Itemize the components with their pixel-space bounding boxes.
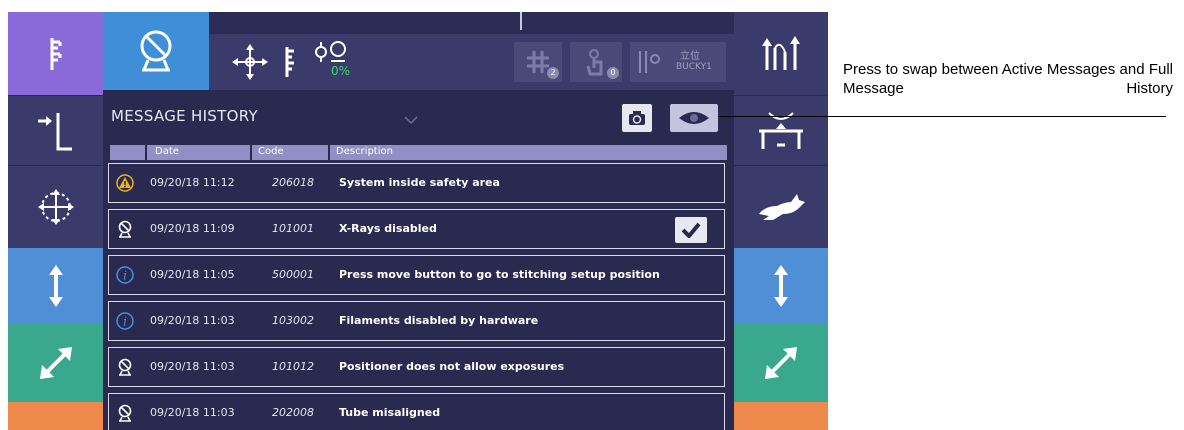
collimator-icon [50,37,61,70]
xray-disabled-icon [116,358,134,376]
message-date: 09/20/18 11:12 [150,176,235,189]
move-all-icon[interactable] [230,42,270,82]
message-row[interactable]: 09/20/18 11:03 202008 Tube misaligned [108,393,725,430]
header-separator [250,145,252,160]
diagonal-arrow-icon [39,346,72,379]
annotation-leader-line [718,116,1166,117]
tube-heat-icon [315,41,346,62]
top-divider [520,12,522,30]
message-description: Filaments disabled by hardware [339,314,539,327]
message-description: X-Rays disabled [339,222,437,235]
svg-text:i: i [123,269,127,283]
bucky-icon [639,51,660,73]
right-tilt-button[interactable] [734,12,828,95]
tube-status: 0% [313,40,363,84]
heat-percent: 0% [331,64,351,78]
touch-badge: 0 [607,67,619,79]
screenshot-button[interactable] [622,104,652,132]
right-diagonal-move-button[interactable] [734,323,828,402]
warning-icon [116,174,134,192]
message-code: 206018 [272,176,314,189]
touch-icon [586,49,603,76]
device-screen: 0% 2 0 立位 BUCKY1 MESSAGE HISTORY Date Co… [8,12,828,430]
header-description: Description [336,146,393,157]
bucky-chinese-label: 立位 [680,51,700,62]
diagonal-arrow-icon [765,346,797,379]
message-code: 202008 [272,406,314,419]
vertical-arrow-icon [48,264,63,307]
center-move-icon [37,189,74,225]
rabbit-icon [759,194,805,220]
panel-title: MESSAGE HISTORY [111,107,258,125]
right-fast-mode-button[interactable] [734,165,828,248]
chevron-down-icon[interactable] [403,110,419,129]
right-orange-button[interactable] [734,402,828,430]
message-description: System inside safety area [339,176,500,189]
info-icon: i [116,266,134,284]
bucky-label: BUCKY1 [676,62,712,72]
message-date: 09/20/18 11:03 [150,314,235,327]
left-diagonal-move-button[interactable] [8,323,103,402]
left-detector-in-button[interactable] [8,95,103,165]
message-panel: MESSAGE HISTORY Date Code Description 09… [103,90,734,430]
header-date: Date [155,146,179,157]
info-icon: i [116,312,134,330]
right-vertical-move-button[interactable] [734,248,828,323]
message-date: 09/20/18 11:09 [150,222,235,235]
header-separator [328,145,330,160]
message-code: 500001 [272,268,314,281]
xray-disabled-icon [116,220,134,238]
xray-disabled-icon [116,404,134,422]
message-date: 09/20/18 11:05 [150,268,235,281]
message-date: 09/20/18 11:03 [150,406,235,419]
swap-messages-button[interactable] [670,104,718,132]
left-orange-button[interactable] [8,402,103,430]
svg-text:i: i [123,315,127,329]
tilt-arrows-icon [762,35,800,70]
message-description: Positioner does not allow exposures [339,360,565,373]
message-code: 101012 [272,360,314,373]
message-row[interactable]: 09/20/18 11:12 206018 System inside safe… [108,163,725,203]
message-description: Tube misaligned [339,406,441,419]
bucky-button[interactable]: 立位 BUCKY1 [630,42,726,82]
header-code: Code [258,146,284,157]
xray-tab[interactable] [103,12,209,90]
detector-move-icon [37,112,72,150]
camera-icon [629,111,645,125]
vertical-arrow-icon [774,264,788,307]
left-center-move-button[interactable] [8,165,103,248]
message-row[interactable]: 09/20/18 11:09 101001 X-Rays disabled [108,209,725,249]
left-vertical-move-button[interactable] [8,248,103,323]
collimator-status-icon [280,42,300,82]
xray-disabled-icon [140,30,172,72]
grid-badge: 2 [547,67,559,79]
checkmark-icon [681,222,701,238]
message-code: 103002 [272,314,314,327]
touch-button[interactable]: 0 [570,42,622,82]
right-table-button[interactable] [734,95,828,165]
left-collimator-button[interactable] [8,12,103,95]
message-table-header: Date Code Description [110,145,727,160]
header-separator [145,145,147,160]
grid-button[interactable]: 2 [514,42,562,82]
message-row[interactable]: i 09/20/18 11:05 500001 Press move butto… [108,255,725,295]
message-description: Press move button to go to stitching set… [339,268,660,281]
eye-icon [679,112,709,124]
acknowledge-button[interactable] [675,217,707,243]
message-code: 101001 [272,222,314,235]
message-row[interactable]: i 09/20/18 11:03 103002 Filaments disabl… [108,301,725,341]
annotation-callout: Press to swap between Active Messages an… [843,61,1173,97]
message-date: 09/20/18 11:03 [150,360,235,373]
message-row[interactable]: 09/20/18 11:03 101012 Positioner does no… [108,347,725,387]
